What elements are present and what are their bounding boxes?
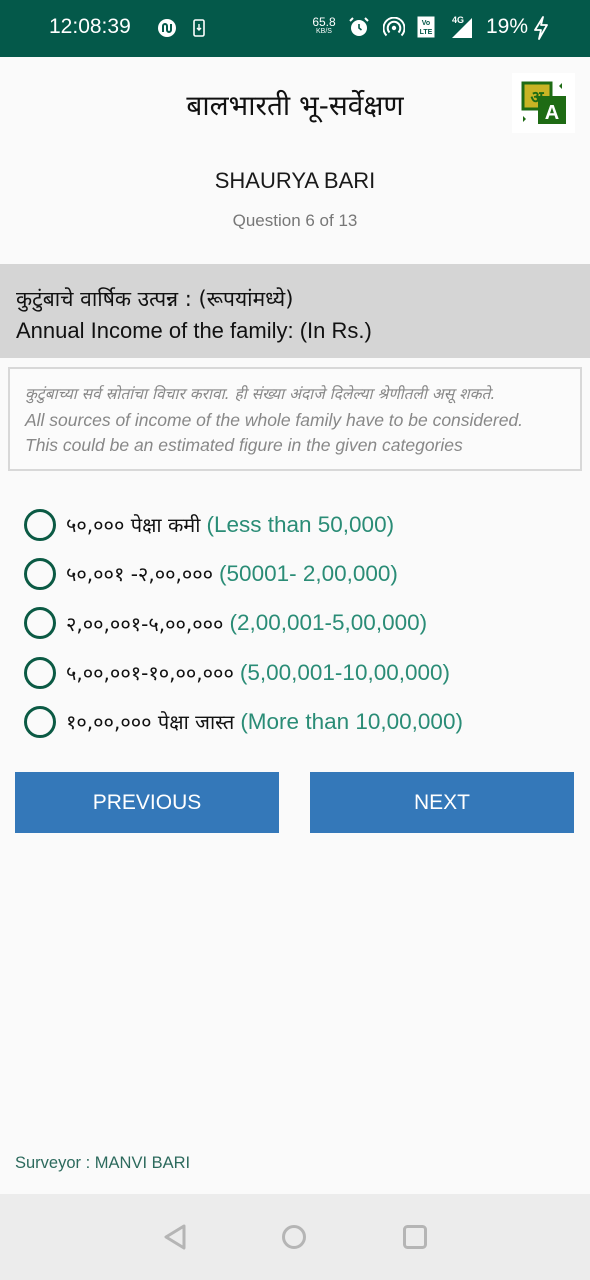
svg-text:4G: 4G: [452, 15, 464, 25]
signal-4g-icon: 4G: [444, 14, 476, 40]
home-circle-icon[interactable]: [279, 1222, 309, 1252]
system-navigation-bar: [0, 1194, 590, 1280]
network-speed: 65.8 KB/S: [312, 15, 336, 35]
radio-button[interactable]: [24, 705, 56, 738]
option-label-marathi: ५०,००० पेक्षा कमी: [66, 513, 201, 538]
question-hint: कुटुंबाच्या सर्व स्रोतांचा विचार करावा. …: [8, 367, 582, 471]
option-500001-to-1000000[interactable]: ५,००,००१-१०,००,००० (5,00,001-10,00,000): [24, 648, 584, 697]
hint-english-line-1: All sources of income of the whole famil…: [25, 410, 524, 430]
option-more-than-1000000[interactable]: १०,००,००० पेक्षा जास्त (More than 10,00,…: [24, 697, 584, 746]
download-phone-icon: [192, 18, 206, 38]
charging-icon: [532, 16, 550, 40]
question-counter: Question 6 of 13: [232, 211, 358, 230]
option-label-marathi: २,००,००१-५,००,०००: [66, 611, 224, 636]
option-label-english: (Less than 50,000): [206, 511, 395, 537]
radio-button[interactable]: [24, 557, 56, 590]
option-less-than-50000[interactable]: ५०,००० पेक्षा कमी (Less than 50,000): [24, 500, 584, 549]
option-200001-to-500000[interactable]: २,००,००१-५,००,००० (2,00,001-5,00,000): [24, 599, 584, 648]
income-options-radio-group: ५०,००० पेक्षा कमी (Less than 50,000) ५०,…: [24, 500, 584, 746]
option-label-marathi: ५,००,००१-१०,००,०००: [66, 661, 234, 686]
svg-text:Vo: Vo: [422, 20, 430, 27]
recents-square-icon[interactable]: [400, 1222, 430, 1252]
app-title: बालभारती भू-सर्वेक्षण: [186, 89, 404, 122]
option-50001-to-200000[interactable]: ५०,००१ -२,००,००० (50001- 2,00,000): [24, 549, 584, 598]
surveyor-label: Surveyor : MANVI BARI: [15, 1154, 191, 1172]
hint-marathi: कुटुंबाच्या सर्व स्रोतांचा विचार करावा. …: [25, 385, 496, 403]
option-label-marathi: ५०,००१ -२,००,०००: [66, 562, 214, 587]
status-bar: 12:08:39 65.8 KB/S Vo LTE 4G 19%: [0, 0, 590, 57]
radio-button[interactable]: [24, 508, 56, 541]
sync-app-icon: [156, 17, 178, 39]
option-label-english: (5,00,001-10,00,000): [239, 659, 451, 685]
question-title-english: Annual Income of the family: (In Rs.): [16, 318, 372, 343]
hotspot-icon: [382, 16, 406, 40]
battery-level: 19%: [486, 15, 529, 38]
volte-icon: Vo LTE: [416, 16, 436, 38]
translate-icon: अ A: [521, 81, 566, 124]
radio-button[interactable]: [24, 656, 56, 689]
previous-button[interactable]: PREVIOUS: [15, 772, 279, 833]
back-triangle-icon[interactable]: [160, 1222, 190, 1252]
status-time: 12:08:39: [49, 15, 131, 38]
question-header: कुटुंबाचे वार्षिक उत्पन्न : (रूपयांमध्ये…: [0, 264, 590, 358]
student-name: SHAURYA BARI: [214, 168, 376, 193]
option-label-english: (50001- 2,00,000): [219, 560, 398, 586]
translate-icon-latin-glyph: A: [544, 102, 558, 124]
option-label-english: (2,00,001-5,00,000): [229, 610, 428, 636]
question-title-marathi: कुटुंबाचे वार्षिक उत्पन्न : (रूपयांमध्ये…: [16, 287, 294, 311]
svg-text:LTE: LTE: [420, 29, 433, 36]
radio-button[interactable]: [24, 607, 56, 640]
language-toggle-button[interactable]: अ A: [512, 73, 575, 133]
hint-english-line-2: This could be an estimated figure in the…: [25, 435, 463, 455]
alarm-icon: [347, 15, 371, 39]
next-button[interactable]: NEXT: [310, 772, 574, 833]
option-label-marathi: १०,००,००० पेक्षा जास्त: [66, 710, 235, 735]
option-label-english: (More than 10,00,000): [240, 708, 463, 734]
